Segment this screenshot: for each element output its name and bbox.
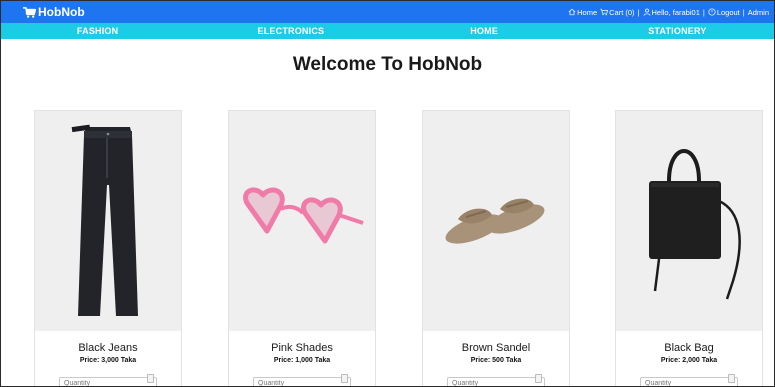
quantity-stepper[interactable] (341, 374, 348, 383)
brand[interactable]: HobNob (23, 5, 85, 19)
quantity-field-wrapper (640, 372, 738, 386)
quantity-field-wrapper (253, 372, 351, 386)
user-icon (643, 8, 650, 16)
user-nav: Home Cart (0) | Hello, farabi01 | Logout… (568, 8, 769, 17)
top-navbar: HobNob Home Cart (0) | Hello, farabi01 |… (1, 1, 774, 23)
cart-icon (23, 6, 36, 18)
product-card-brown-sandel: Brown Sandel Price: 500 Taka (422, 110, 570, 386)
bag-image (649, 149, 741, 300)
category-fashion[interactable]: FASHION (1, 26, 194, 36)
quantity-stepper[interactable] (147, 374, 154, 383)
product-name: Pink Shades (271, 342, 333, 354)
quantity-stepper[interactable] (535, 374, 542, 383)
product-grid: Black Jeans Price: 3,000 Taka Pink Shade… (1, 110, 774, 386)
product-image-black-bag[interactable] (616, 111, 762, 331)
nav-admin-link[interactable]: Admin (748, 8, 769, 17)
nav-cart-link[interactable]: Cart (0) (600, 8, 635, 17)
nav-home-link[interactable]: Home (568, 8, 597, 17)
category-electronics[interactable]: ELECTRONICS (194, 26, 387, 36)
product-image-brown-sandel[interactable] (423, 111, 569, 331)
quantity-input[interactable] (447, 376, 545, 386)
product-name: Black Bag (664, 342, 714, 354)
category-stationery[interactable]: STATIONERY (581, 26, 774, 36)
power-icon (708, 8, 716, 16)
nav-logout-link[interactable]: Logout (708, 8, 740, 17)
quantity-field-wrapper (447, 372, 545, 386)
quantity-field-wrapper (59, 372, 157, 386)
brand-name: HobNob (38, 5, 85, 19)
cart-small-icon (600, 8, 609, 16)
product-name: Brown Sandel (461, 342, 531, 354)
category-bar: FASHION ELECTRONICS HOME STATIONERY (1, 23, 774, 39)
quantity-input[interactable] (59, 376, 157, 386)
nav-user-greeting[interactable]: Hello, farabi01 (643, 8, 700, 17)
page-title: Welcome To HobNob (292, 54, 483, 75)
quantity-input[interactable] (640, 376, 738, 386)
product-card-black-jeans: Black Jeans Price: 3,000 Taka (34, 110, 182, 386)
product-card-pink-shades: Pink Shades Price: 1,000 Taka (228, 110, 376, 386)
product-image-black-jeans[interactable] (35, 111, 181, 331)
sunglasses-image (243, 187, 364, 244)
category-home[interactable]: HOME (388, 26, 581, 36)
quantity-input[interactable] (253, 376, 351, 386)
product-price: Price: 1,000 Taka (273, 357, 331, 364)
nav-separator: | (637, 7, 640, 17)
nav-separator: | (702, 7, 705, 17)
product-price: Price: 2,000 Taka (660, 357, 718, 364)
nav-separator: | (742, 7, 745, 17)
product-card-black-bag: Black Bag Price: 2,000 Taka (615, 110, 763, 386)
product-image-pink-shades[interactable] (229, 111, 375, 331)
product-price: Price: 3,000 Taka (79, 357, 137, 364)
product-price: Price: 500 Taka (470, 357, 522, 364)
quantity-stepper[interactable] (728, 374, 735, 383)
home-icon (568, 8, 576, 16)
product-name: Black Jeans (78, 342, 138, 354)
sandals-image (445, 198, 545, 244)
page: HobNob Home Cart (0) | Hello, farabi01 |… (0, 0, 775, 387)
jeans-image (71, 124, 138, 316)
